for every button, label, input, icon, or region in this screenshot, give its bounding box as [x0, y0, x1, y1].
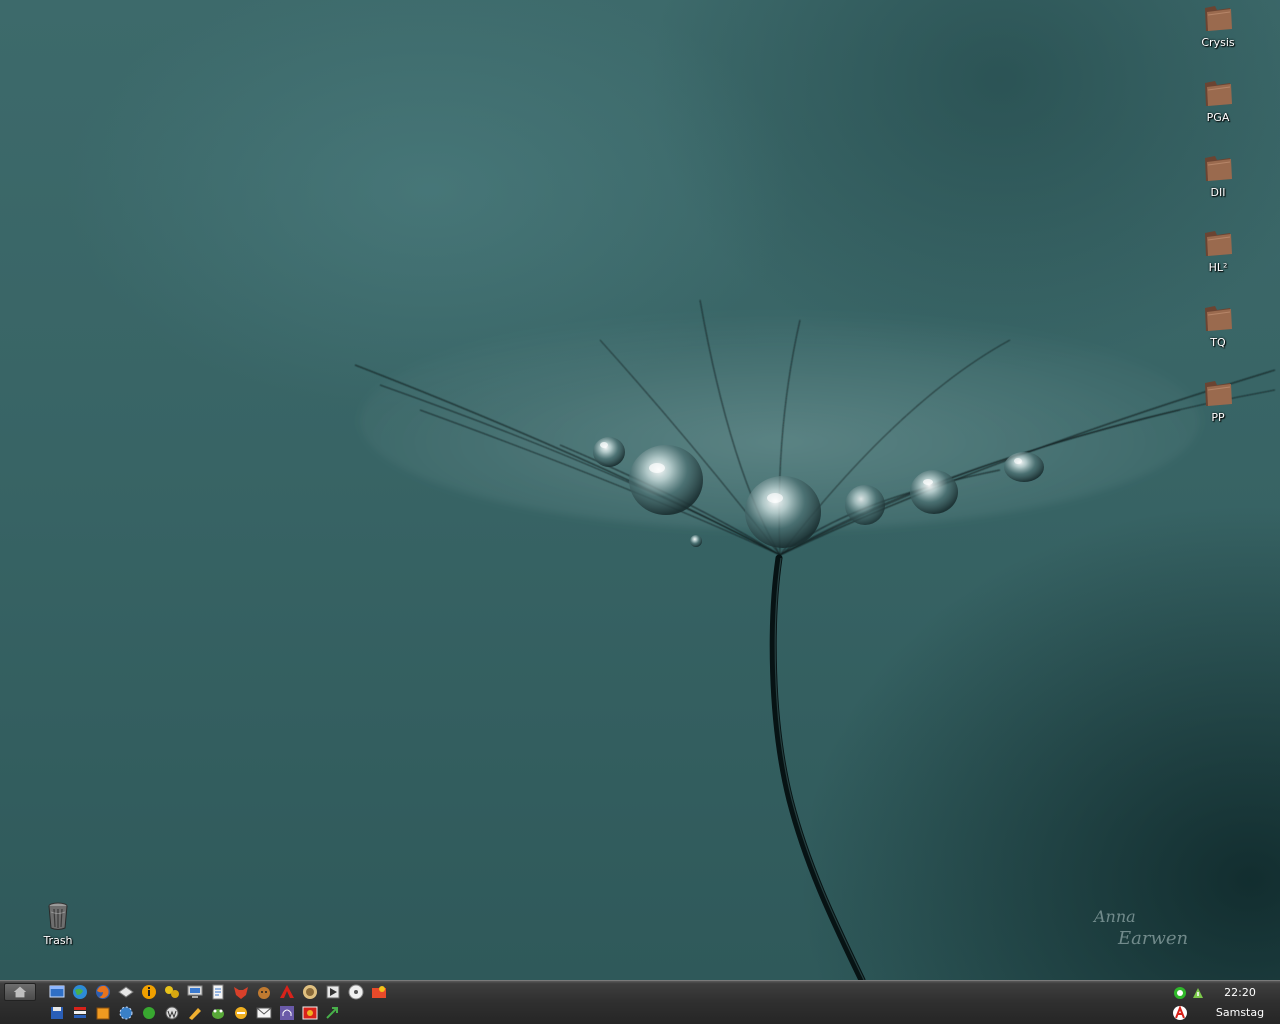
desktop-icon-label: PGA [1206, 111, 1230, 124]
folder-icon [1205, 81, 1232, 106]
show-desktop-icon[interactable] [48, 983, 66, 1001]
globe-icon[interactable] [71, 983, 89, 1001]
desktop-trash[interactable]: Trash [28, 900, 88, 947]
folder-icon [1205, 156, 1232, 181]
chat-icon[interactable] [232, 1004, 250, 1022]
pencil-icon[interactable] [186, 1004, 204, 1022]
taskbar: 22:20 Samstag [0, 980, 1280, 1024]
desktop-folder-pp[interactable]: PP [1188, 377, 1248, 424]
wallpaper-signature: Anna Earwen [1092, 907, 1188, 949]
media-icon[interactable] [324, 983, 342, 1001]
desktop-icon-label: DII [1210, 186, 1226, 199]
desktop-folder-tq[interactable]: TQ [1188, 302, 1248, 349]
desktop-folder-pga[interactable]: PGA [1188, 77, 1248, 124]
gear-icon[interactable] [117, 1004, 135, 1022]
box-icon[interactable] [94, 1004, 112, 1022]
firefox-icon[interactable] [94, 983, 112, 1001]
folder-icon [1205, 6, 1232, 31]
desktop-icon-label: Crysis [1201, 36, 1235, 49]
desktop-folder-hl2[interactable]: HL² [1188, 227, 1248, 274]
antivirus-icon[interactable] [1172, 1005, 1188, 1021]
green-circle-icon[interactable] [140, 1004, 158, 1022]
desktop-icon-label: HL² [1208, 261, 1228, 274]
home-icon [13, 986, 27, 998]
headphones-icon[interactable] [278, 1004, 296, 1022]
paint-icon[interactable] [370, 983, 388, 1001]
folder-icon [1205, 306, 1232, 331]
wordpress-icon[interactable] [163, 1004, 181, 1022]
frog-icon[interactable] [209, 1004, 227, 1022]
mail-icon[interactable] [117, 983, 135, 1001]
mail-card-icon[interactable] [255, 1004, 273, 1022]
clock-day[interactable]: Samstag [1206, 1006, 1274, 1019]
tools-icon[interactable] [163, 983, 181, 1001]
info-icon[interactable] [140, 983, 158, 1001]
disc-icon[interactable] [347, 983, 365, 1001]
monitor-icon[interactable] [186, 983, 204, 1001]
desktop-icon-label: PP [1211, 411, 1225, 424]
photo-icon[interactable] [301, 983, 319, 1001]
fox-icon[interactable] [232, 983, 250, 1001]
flag-icon[interactable] [71, 1004, 89, 1022]
arrow-icon[interactable] [324, 1004, 342, 1022]
dog-icon[interactable] [255, 983, 273, 1001]
save-icon[interactable] [48, 1004, 66, 1022]
folder-icon [1205, 381, 1232, 406]
clock-time[interactable]: 22:20 [1206, 986, 1274, 999]
folder-icon [1205, 231, 1232, 256]
svg-text:Earwen: Earwen [1117, 928, 1188, 949]
desktop-folder-dii[interactable]: DII [1188, 152, 1248, 199]
adobe-icon[interactable] [278, 983, 296, 1001]
trash-icon [48, 902, 68, 930]
desktop-folder-crysis[interactable]: Crysis [1188, 2, 1248, 49]
wallpaper-image [354, 299, 1276, 980]
notepad-icon[interactable] [209, 983, 227, 1001]
network-icon[interactable] [1172, 985, 1188, 1001]
svg-text:Anna: Anna [1092, 907, 1136, 926]
desktop: Anna Earwen Crysis PGA DII HL² TQ PP Tra… [0, 0, 1280, 1024]
start-button[interactable] [4, 983, 36, 1001]
desktop-icon-label: TQ [1210, 336, 1226, 349]
update-icon[interactable] [1190, 985, 1206, 1001]
trash-label: Trash [43, 934, 73, 947]
gallery-icon[interactable] [301, 1004, 319, 1022]
